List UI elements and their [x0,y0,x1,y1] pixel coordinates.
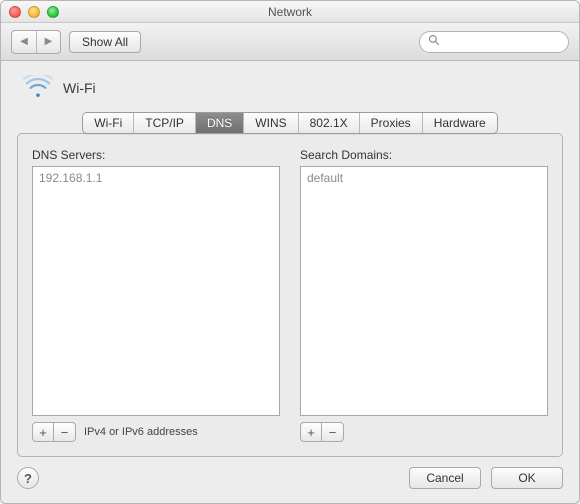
search-input[interactable] [444,36,580,48]
bottom-row: ? Cancel OK [17,467,563,489]
search-field[interactable] [419,31,569,53]
tab-wins[interactable]: WINS [244,113,298,133]
dns-panel: DNS Servers: 192.168.1.1 + − IPv4 or IPv… [17,133,563,457]
window-title: Network [268,5,312,19]
back-icon: ◀ [20,36,28,47]
dns-hint: IPv4 or IPv6 addresses [84,426,198,438]
tab-tcp-ip[interactable]: TCP/IP [134,113,196,133]
tab-802-1x[interactable]: 802.1X [299,113,360,133]
search-domains-label: Search Domains: [300,148,548,162]
tab-proxies[interactable]: Proxies [360,113,423,133]
tab-hardware[interactable]: Hardware [423,113,497,133]
interface-header: Wi-Fi [17,71,563,112]
dns-server-item[interactable]: 192.168.1.1 [39,170,273,186]
dns-servers-label: DNS Servers: [32,148,280,162]
tabbar: Wi-FiTCP/IPDNSWINS802.1XProxiesHardware [17,112,563,134]
show-all-button[interactable]: Show All [69,31,141,53]
traffic-lights [9,6,59,18]
dns-servers-column: DNS Servers: 192.168.1.1 + − IPv4 or IPv… [32,148,280,442]
minimize-window-button[interactable] [28,6,40,18]
search-domain-item[interactable]: default [307,170,541,186]
zoom-window-button[interactable] [47,6,59,18]
ok-button[interactable]: OK [491,467,563,489]
tab-dns[interactable]: DNS [196,113,244,133]
toolbar: ◀ ▶ Show All [1,23,579,61]
wifi-icon [23,75,53,100]
search-domains-column: Search Domains: default + − [300,148,548,442]
close-window-button[interactable] [9,6,21,18]
tab-wi-fi[interactable]: Wi-Fi [83,113,134,133]
body: Wi-Fi Wi-FiTCP/IPDNSWINS802.1XProxiesHar… [1,61,579,503]
add-dns-server-button[interactable]: + [32,422,54,442]
search-domains-list[interactable]: default [300,166,548,416]
add-search-domain-button[interactable]: + [300,422,322,442]
search-icon [428,34,444,49]
remove-dns-server-button[interactable]: − [54,422,76,442]
interface-name: Wi-Fi [63,80,96,96]
nav-group: ◀ ▶ [11,30,61,54]
cancel-button[interactable]: Cancel [409,467,481,489]
network-preferences-window: Network ◀ ▶ Show All [0,0,580,504]
help-button[interactable]: ? [17,467,39,489]
back-button[interactable]: ◀ [12,31,36,53]
dns-servers-list[interactable]: 192.168.1.1 [32,166,280,416]
titlebar: Network [1,1,579,23]
forward-icon: ▶ [45,36,53,47]
forward-button[interactable]: ▶ [36,31,60,53]
remove-search-domain-button[interactable]: − [322,422,344,442]
